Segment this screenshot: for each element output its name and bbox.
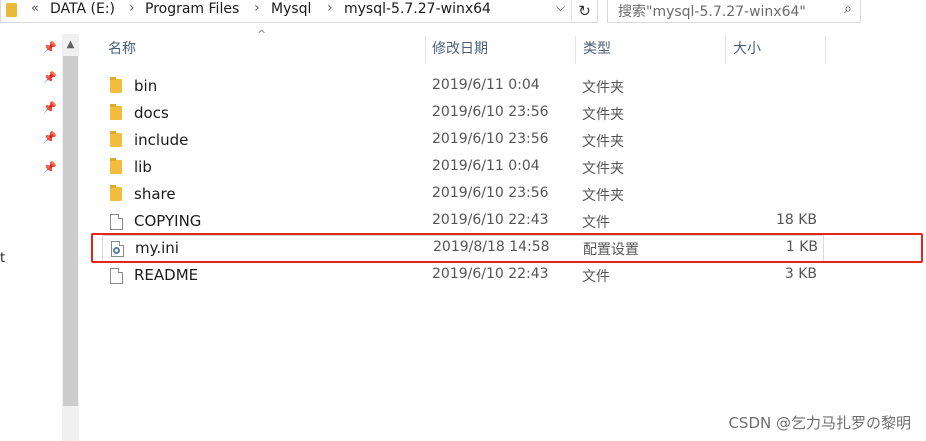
pin-icon: 📌 xyxy=(43,41,57,54)
column-header-type[interactable]: 类型 xyxy=(583,38,611,60)
file-icon xyxy=(110,214,123,230)
search-input[interactable]: 搜索"mysql-5.7.27-winx64" xyxy=(618,1,806,21)
file-row[interactable]: README 2019/6/10 22:43 文件 3 KB xyxy=(102,263,822,289)
sort-indicator-icon: ^ xyxy=(257,28,267,41)
file-size: 3 KB xyxy=(784,266,817,282)
file-name[interactable]: share xyxy=(134,185,176,203)
file-row[interactable]: share 2019/6/10 23:56 文件夹 xyxy=(102,182,822,208)
scroll-up-icon[interactable]: ▲ xyxy=(62,34,79,54)
column-header-date[interactable]: 修改日期 xyxy=(432,38,488,60)
refresh-icon[interactable]: ↻ xyxy=(571,0,597,22)
file-row[interactable]: bin 2019/6/11 0:04 文件夹 xyxy=(102,74,822,100)
folder-icon xyxy=(110,158,122,174)
file-name[interactable]: lib xyxy=(134,158,152,176)
file-name[interactable]: COPYING xyxy=(134,212,201,230)
file-icon xyxy=(110,268,123,284)
search-icon: ⌕ xyxy=(844,1,852,17)
file-type: 文件 xyxy=(582,215,610,231)
column-header-size[interactable]: 大小 xyxy=(733,38,761,60)
pin-icon: 📌 xyxy=(43,71,57,84)
file-row[interactable]: COPYING 2019/6/10 22:43 文件 18 KB xyxy=(102,209,822,235)
folder-icon xyxy=(110,104,122,120)
file-name[interactable]: bin xyxy=(134,77,157,95)
file-row[interactable]: lib 2019/6/11 0:04 文件夹 xyxy=(102,155,822,181)
column-divider[interactable] xyxy=(575,36,576,64)
file-row[interactable]: include 2019/6/10 23:56 文件夹 xyxy=(102,128,822,154)
address-bar[interactable]: « DATA (E:) › Program Files › Mysql › my… xyxy=(0,0,598,23)
file-date: 2019/6/10 23:56 xyxy=(432,104,549,120)
column-divider[interactable] xyxy=(825,36,826,64)
nav-pane-text: t xyxy=(0,251,6,266)
column-divider[interactable] xyxy=(425,36,426,64)
file-name[interactable]: README xyxy=(134,266,198,284)
address-dropdown-icon[interactable]: ⌵ xyxy=(556,0,565,15)
breadcrumb-separator-icon[interactable]: › xyxy=(129,0,135,16)
pin-icon: 📌 xyxy=(43,131,57,144)
file-name[interactable]: include xyxy=(134,131,188,149)
watermark-text: CSDN @乞力马扎罗の黎明 xyxy=(728,414,911,432)
file-date: 2019/6/10 22:43 xyxy=(432,212,549,228)
file-type: 文件夹 xyxy=(582,134,624,150)
file-type: 文件 xyxy=(582,269,610,285)
folder-icon xyxy=(6,3,17,17)
file-row[interactable]: docs 2019/6/10 23:56 文件夹 xyxy=(102,101,822,127)
search-box[interactable]: 搜索"mysql-5.7.27-winx64" ⌕ xyxy=(607,0,861,23)
highlight-annotation-box xyxy=(91,233,923,263)
file-date: 2019/6/10 22:43 xyxy=(432,266,549,282)
column-header-name[interactable]: 名称 xyxy=(108,38,136,60)
file-date: 2019/6/10 23:56 xyxy=(432,131,549,147)
breadcrumb-separator-icon[interactable]: › xyxy=(327,0,333,16)
folder-icon xyxy=(110,77,122,93)
file-size: 18 KB xyxy=(775,212,817,228)
folder-icon xyxy=(110,131,122,147)
overflow-chevron-icon[interactable]: « xyxy=(31,1,39,16)
pin-icon: 📌 xyxy=(43,101,57,114)
breadcrumb-current-folder[interactable]: mysql-5.7.27-winx64 xyxy=(344,1,491,17)
file-date: 2019/6/11 0:04 xyxy=(432,77,540,93)
scrollbar-thumb[interactable] xyxy=(63,56,78,406)
breadcrumb-program-files[interactable]: Program Files xyxy=(145,1,239,17)
file-type: 文件夹 xyxy=(582,107,624,123)
breadcrumb-drive[interactable]: DATA (E:) xyxy=(50,1,115,17)
file-type: 文件夹 xyxy=(582,188,624,204)
breadcrumb-mysql[interactable]: Mysql xyxy=(271,1,311,17)
breadcrumb-separator-icon[interactable]: › xyxy=(254,0,260,16)
file-type: 文件夹 xyxy=(582,161,624,177)
file-type: 文件夹 xyxy=(582,80,624,96)
file-date: 2019/6/10 23:56 xyxy=(432,185,549,201)
column-divider[interactable] xyxy=(725,36,726,64)
folder-icon xyxy=(110,185,122,201)
file-date: 2019/6/11 0:04 xyxy=(432,158,540,174)
pin-icon: 📌 xyxy=(43,161,57,174)
file-name[interactable]: docs xyxy=(134,104,169,122)
